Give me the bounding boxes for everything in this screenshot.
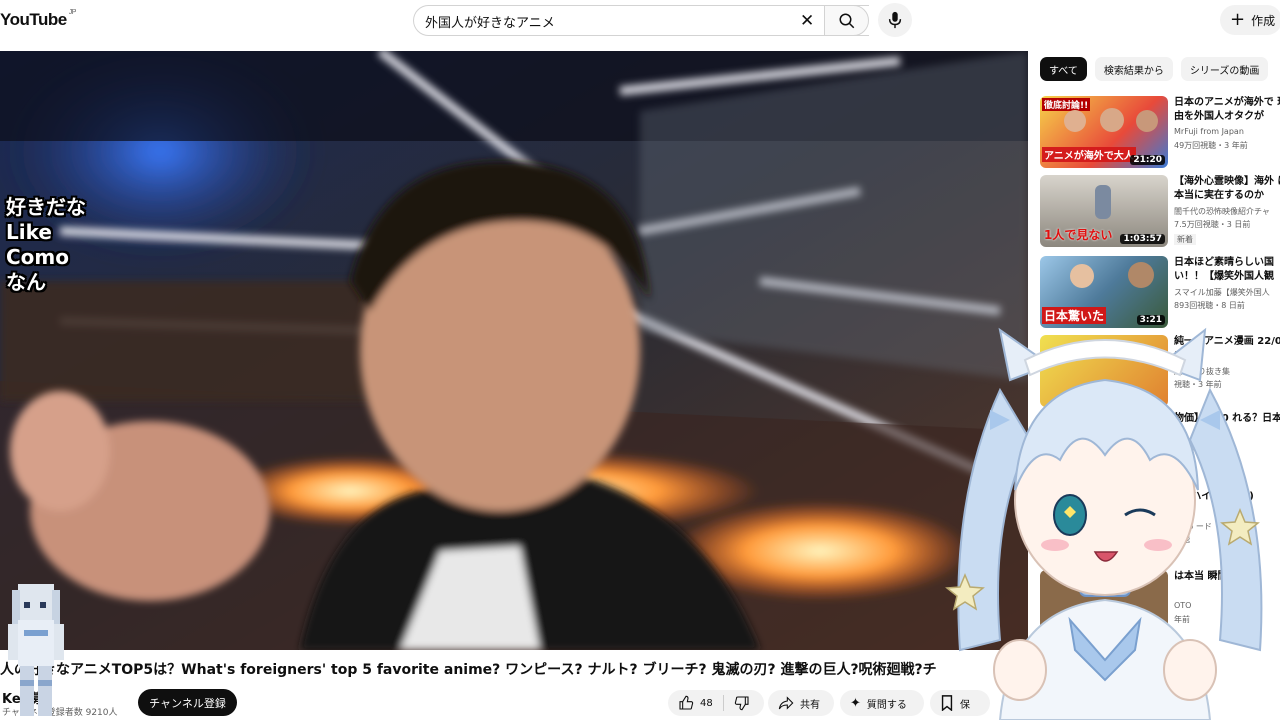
like-button[interactable]: 48 (668, 690, 764, 716)
recommendation-channel[interactable]: MrFuji from Japan (1174, 127, 1244, 136)
video-thumbnail[interactable] (1040, 490, 1168, 562)
video-thumbnail[interactable]: 1人で見ない 1:03:57 (1040, 175, 1168, 247)
recommendation-meta: 893回視聴・8 日前 (1174, 301, 1245, 310)
search-input[interactable]: 外国人が好きなアニメ (425, 12, 555, 31)
filter-chips: すべて 検索結果から シリーズの動画 (1040, 57, 1269, 81)
clear-icon[interactable]: ✕ (800, 11, 814, 31)
caption-line: Like (6, 220, 52, 244)
video-thumbnail[interactable] (1040, 570, 1168, 642)
recommendation-channel[interactable]: 純一切り抜き集 (1174, 366, 1230, 377)
pixel-avatar-overlay (8, 584, 64, 716)
recommendation-item[interactable]: 日本驚いた 3:21 日本ほど素晴らしい国 い！！【爆笑外国人観 スマイル加藤【… (1040, 256, 1280, 330)
recommendation-item[interactable]: 徹底討論!! アニメが海外で大人 21:20 日本のアニメが海外で 理由を外国人… (1040, 96, 1280, 170)
sparkle-icon: ✦ (850, 695, 861, 711)
ask-button[interactable]: ✦ 質問する (840, 690, 924, 716)
top-bar: YouTube JP 外国人が好きなアニメ ✕ + 作成 (0, 0, 1280, 50)
search-icon (839, 13, 854, 28)
thumbs-down-icon (734, 696, 749, 711)
video-frame (0, 51, 1028, 650)
search-box[interactable]: 外国人が好きなアニメ ✕ (413, 5, 869, 36)
recommendation-title[interactable]: 純一のアニメ漫画 22/04/10] (1174, 335, 1280, 363)
duration-badge: 3:21 (1136, 315, 1165, 325)
recommendation-title[interactable]: 日本のアニメが海外で 理由を外国人オタクが (1174, 96, 1280, 124)
recommendation-meta: 年前 (1174, 615, 1190, 624)
recommendation-title[interactable]: 日本ほど素晴らしい国 い！！【爆笑外国人観 (1174, 256, 1280, 284)
duration-badge: 21:20 (1130, 155, 1165, 165)
video-thumbnail[interactable] (1040, 412, 1168, 484)
thumbnail-text: 徹底討論!! (1042, 98, 1091, 111)
create-button[interactable]: + 作成 (1220, 5, 1280, 35)
recommendation-item[interactable]: 純一のアニメ漫画 22/04/10] 純一切り抜き集 視聴・3 年前 (1040, 335, 1280, 409)
video-caption: 好きだな Like Como なん (6, 195, 86, 295)
thumbnail-text: 1人で見ない (1044, 228, 1113, 242)
divider (723, 695, 724, 711)
video-title: 人の好きなアニメTOP5は？What's foreigners' top 5 f… (0, 662, 937, 678)
create-label: 作成 (1251, 13, 1276, 28)
logo-text: YouTube (0, 10, 67, 29)
recommendation-item[interactable]: 物価】50,0 れる？日本 ベトナム 日前 (1040, 412, 1280, 486)
subscribe-button[interactable]: チャンネル登録 (138, 689, 237, 716)
caption-line: なん (6, 270, 46, 294)
recommendation-title[interactable]: 【海外心霊映像】海外 は本当に実在するのか (1174, 175, 1280, 203)
share-label: 共有 (800, 699, 820, 711)
share-button[interactable]: 共有 (768, 690, 834, 716)
thumbnail-text: アニメが海外で大人 (1042, 147, 1136, 162)
recommendation-title[interactable]: 03 ハイラ (エゴ) (1174, 490, 1280, 518)
recommendation-item[interactable]: 03 ハイラ (エゴ) VTub ード 視聴 (1040, 490, 1280, 564)
search-button[interactable] (824, 5, 869, 36)
dislike-button[interactable] (734, 695, 750, 714)
chip-from-search[interactable]: 検索結果から (1094, 57, 1173, 81)
video-thumbnail[interactable]: 徹底討論!! アニメが海外で大人 21:20 (1040, 96, 1168, 168)
caption-line: 好きだな (6, 195, 86, 219)
duration-badge: 1:03:57 (1120, 234, 1165, 244)
video-thumbnail[interactable] (1040, 335, 1168, 407)
chip-series[interactable]: シリーズの動画 (1180, 57, 1269, 81)
recommendation-title[interactable]: 物価】50,0 れる？日本 (1174, 412, 1280, 440)
recommendation-item[interactable]: 1人で見ない 1:03:57 【海外心霊映像】海外 は本当に実在するのか 闇千代… (1040, 175, 1280, 249)
save-button[interactable]: 保 (930, 690, 990, 716)
recommendation-channel[interactable]: 闇千代の恐怖映像紹介チャ (1174, 206, 1270, 217)
recommendation-channel[interactable]: スマイル加藤【爆笑外国人 (1174, 287, 1270, 298)
recommendation-meta: 視聴・3 年前 (1174, 380, 1222, 389)
recommendation-meta: 日前 (1174, 457, 1190, 466)
recommendation-title[interactable]: は本当 瞬間です (1174, 570, 1280, 598)
save-label: 保 (960, 699, 970, 711)
video-player[interactable]: 好きだな Like Como なん (0, 51, 1028, 650)
thumbs-up-icon (679, 695, 694, 710)
recommendation-meta: 7.5万回視聴・3 日前 (1174, 220, 1251, 229)
recommendation-channel[interactable]: ベトナム (1174, 443, 1206, 454)
recommendation-meta: 視聴 (1174, 535, 1190, 544)
youtube-logo[interactable]: YouTube JP (0, 9, 77, 32)
like-count: 48 (700, 697, 713, 709)
plus-icon: + (1230, 9, 1246, 30)
recommendation-item[interactable]: は本当 瞬間です OTO 年前 (1040, 570, 1280, 644)
video-thumbnail[interactable]: 日本驚いた 3:21 (1040, 256, 1168, 328)
recommendation-meta: 49万回視聴・3 年前 (1174, 141, 1248, 150)
chip-all[interactable]: すべて (1040, 57, 1087, 81)
new-badge: 新着 (1174, 234, 1196, 245)
recommendation-channel[interactable]: OTO (1174, 601, 1191, 610)
share-icon (778, 696, 794, 710)
logo-region: JP (68, 9, 77, 17)
recommendation-channel[interactable]: VTub ード (1174, 521, 1212, 532)
voice-search-button[interactable] (878, 3, 912, 37)
thumbnail-text: 日本驚いた (1042, 307, 1107, 324)
bookmark-icon (941, 695, 953, 711)
caption-line: Como (6, 245, 69, 269)
mic-icon (888, 11, 902, 29)
ask-label: 質問する (866, 699, 907, 711)
